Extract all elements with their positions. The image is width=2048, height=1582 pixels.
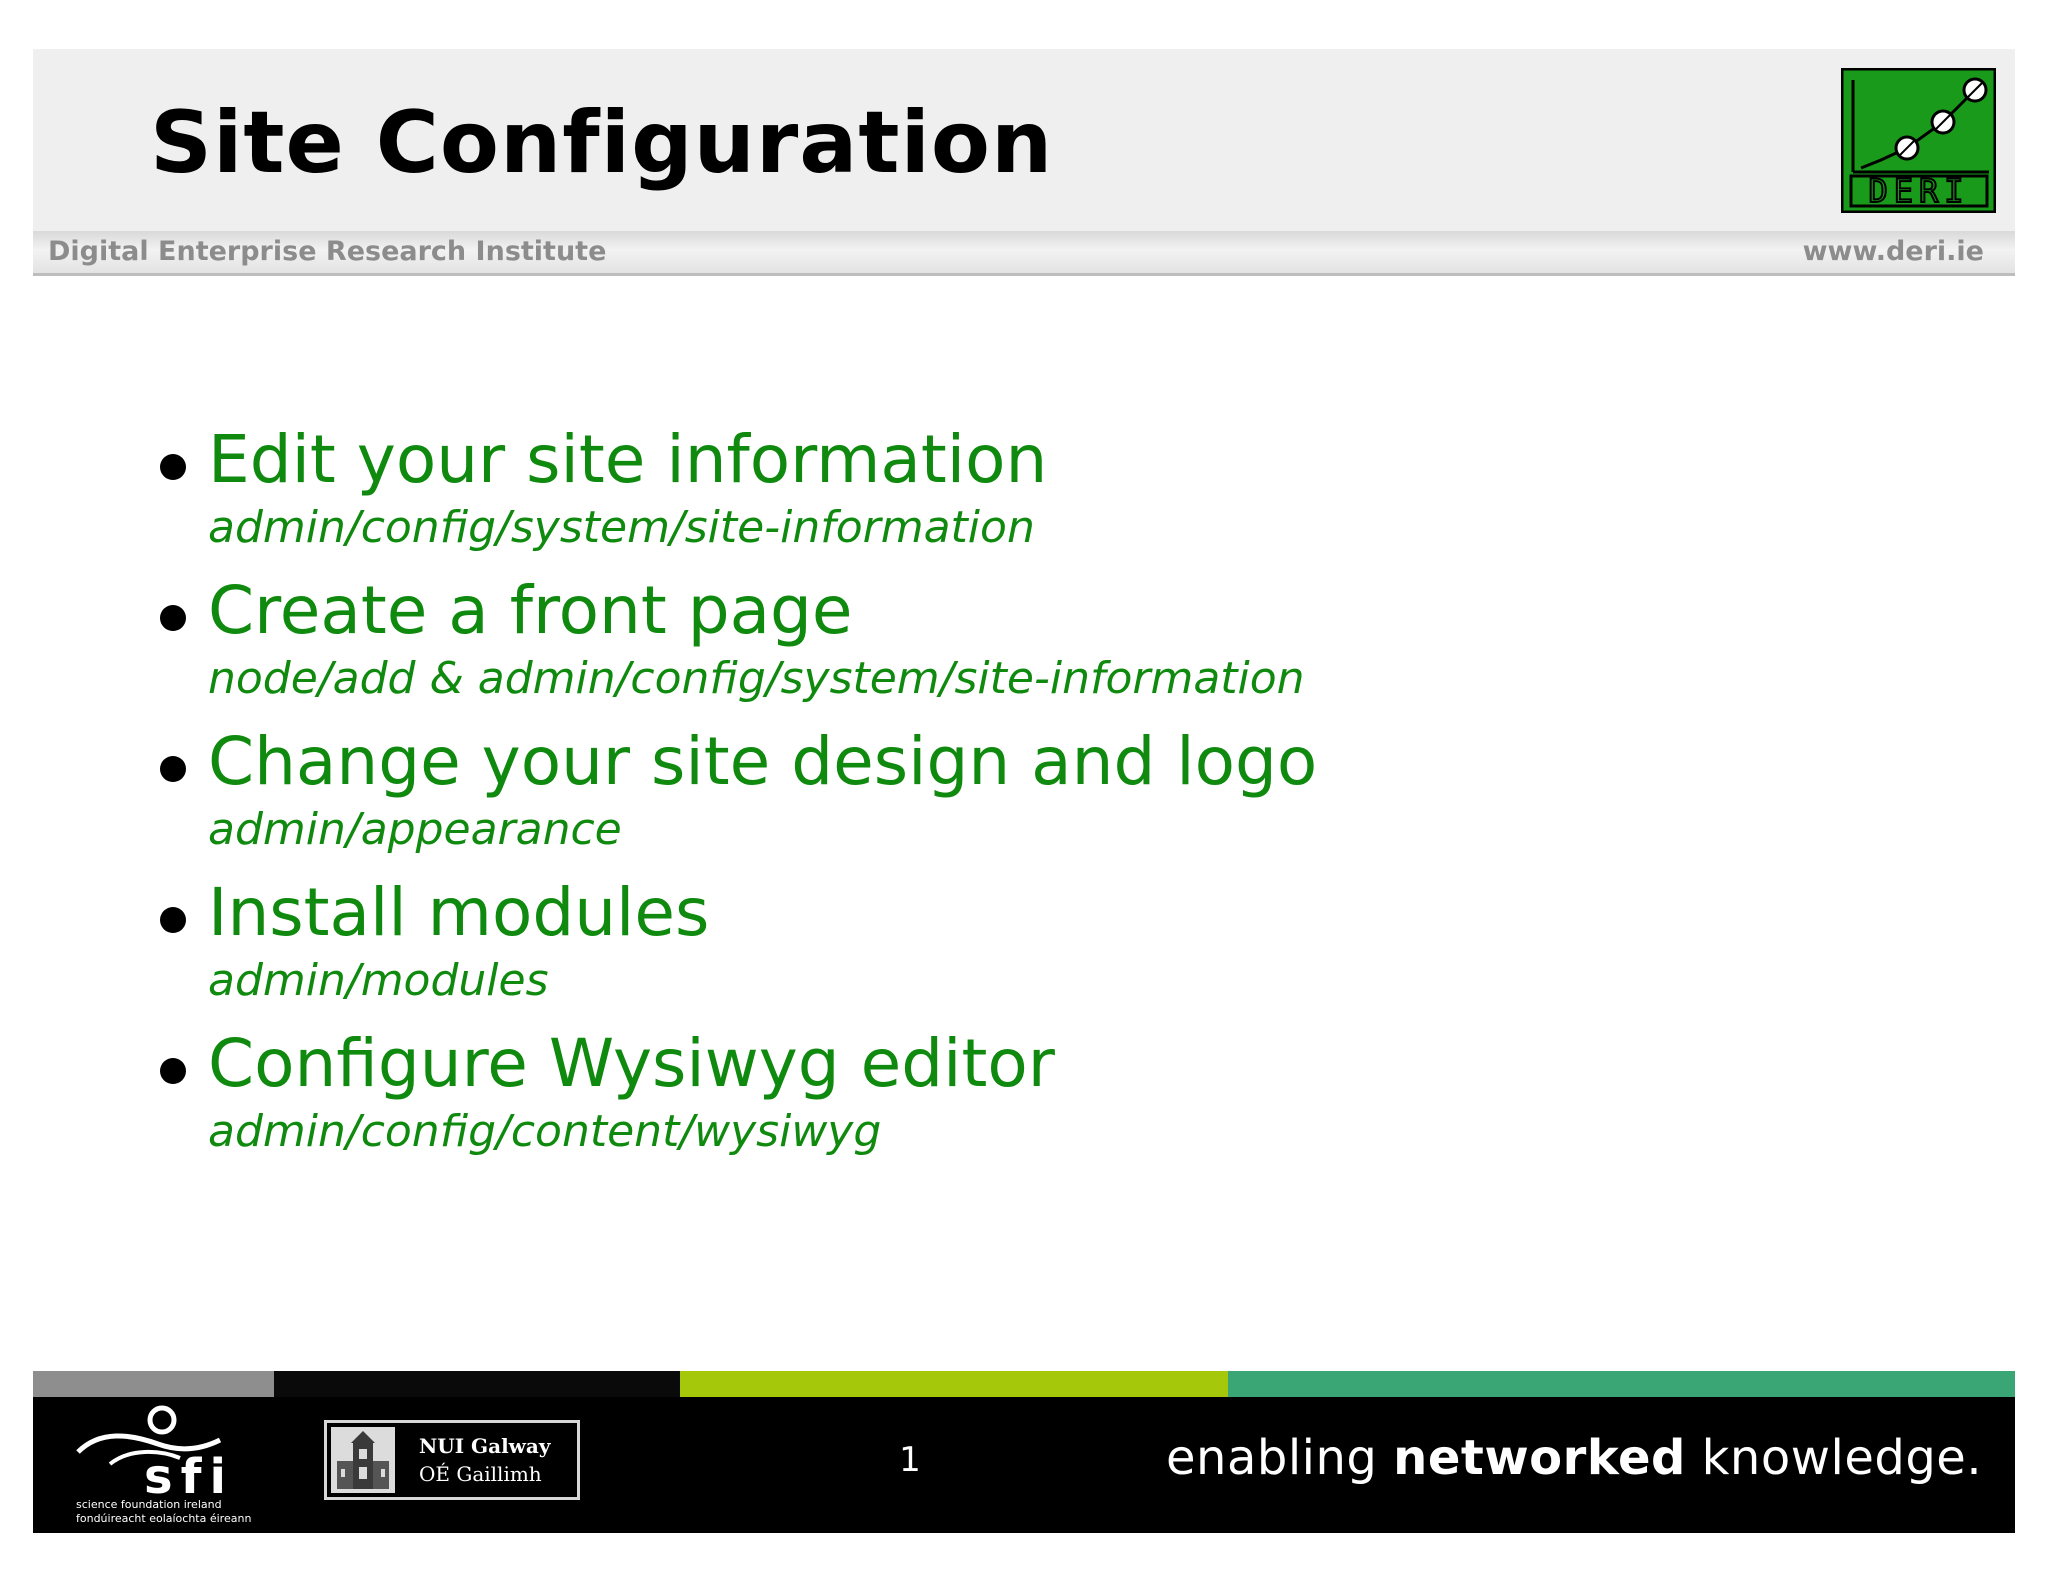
tagline: enabling networked knowledge. bbox=[1166, 1428, 1982, 1488]
bullet-title: Configure Wysiwyg editor bbox=[208, 1025, 1055, 1102]
bullet-path: admin/appearance bbox=[208, 804, 622, 855]
institute-bar-divider bbox=[33, 273, 2015, 276]
university-tower-icon bbox=[331, 1427, 395, 1493]
slide-title: Site Configuration bbox=[150, 93, 1054, 193]
institute-name: Digital Enterprise Research Institute bbox=[48, 236, 607, 267]
bullet-dot-icon bbox=[160, 605, 186, 631]
page-number: 1 bbox=[899, 1440, 921, 1480]
nui-galway-irish-name: OÉ Gaillimh bbox=[419, 1462, 542, 1486]
footer-stripe-gray bbox=[33, 1371, 274, 1397]
deri-logo-text: DERI bbox=[1868, 172, 1969, 210]
bullet-dot-icon bbox=[160, 1058, 186, 1084]
bullet-title: Change your site design and logo bbox=[208, 723, 1318, 800]
footer-stripe-green bbox=[1228, 1371, 2015, 1397]
bullet-dot-icon bbox=[160, 907, 186, 933]
bullet-title: Create a front page bbox=[208, 572, 853, 649]
sfi-caption-english: science foundation ireland bbox=[76, 1498, 222, 1511]
deri-logo: DERI bbox=[1841, 68, 1996, 213]
bullet-dot-icon bbox=[160, 454, 186, 480]
bullet-title: Install modules bbox=[208, 874, 710, 951]
footer-stripe-black bbox=[274, 1371, 680, 1397]
nui-galway-logo: NUI Galway OÉ Gaillimh bbox=[324, 1420, 580, 1500]
website-url: www.deri.ie bbox=[1802, 236, 1984, 267]
sfi-logo-text: sfi bbox=[144, 1449, 234, 1505]
tagline-bold: networked bbox=[1393, 1430, 1686, 1486]
bullet-dot-icon bbox=[160, 756, 186, 782]
nui-galway-name: NUI Galway bbox=[419, 1434, 551, 1458]
slide: Site Configuration DERI Digital Enterpri… bbox=[0, 0, 2048, 1582]
bullet-path: admin/config/system/site-information bbox=[208, 502, 1035, 553]
bullet-path: admin/config/content/wysiwyg bbox=[208, 1106, 882, 1157]
footer-stripe-lime bbox=[680, 1371, 1228, 1397]
sfi-caption-irish: fondúireacht eolaíochta éireann bbox=[76, 1512, 252, 1525]
tagline-suffix: knowledge. bbox=[1685, 1430, 1983, 1486]
bullet-path: node/add & admin/config/system/site-info… bbox=[208, 653, 1305, 704]
tagline-prefix: enabling bbox=[1166, 1430, 1394, 1486]
bullet-title: Edit your site information bbox=[208, 421, 1048, 498]
bullet-path: admin/modules bbox=[208, 955, 549, 1006]
